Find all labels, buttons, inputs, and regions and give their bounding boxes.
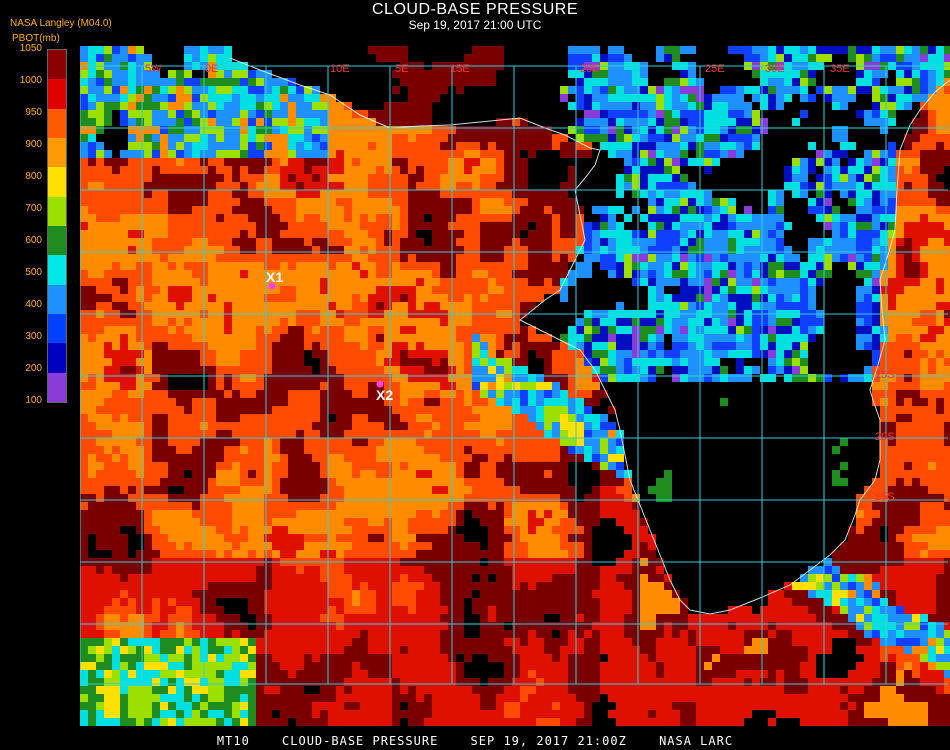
legend-swatch — [48, 167, 66, 198]
color-legend: 1050 1000 950 900 800 700 600 500 400 300 200 100 — [0, 43, 70, 406]
legend-tick-label: 300 — [25, 331, 42, 342]
legend-color-bar — [47, 49, 67, 403]
longitude-label: 20E — [580, 63, 600, 75]
legend-tick-label: 100 — [25, 395, 42, 406]
longitude-label: 10E — [330, 63, 350, 75]
legend-tick-label: 1000 — [19, 75, 42, 86]
latitude-label: 15S — [875, 369, 895, 381]
latitude-label: 20S — [875, 431, 895, 443]
longitude-label: 5W — [145, 63, 162, 75]
legend-swatch — [48, 50, 66, 80]
longitude-label: 35E — [830, 63, 850, 75]
legend-tick-label: 900 — [25, 139, 42, 150]
legend-tick-label: 800 — [25, 171, 42, 182]
legend-swatch — [48, 372, 66, 403]
marker-label: X1 — [266, 269, 283, 285]
legend-tick-label: 1050 — [19, 43, 42, 54]
legend-swatch — [48, 196, 66, 227]
provider-label: NASA Langley (M04.0) — [10, 18, 112, 29]
longitude-label: 25E — [705, 63, 725, 75]
legend-swatch — [48, 255, 66, 286]
longitude-label: 0E — [205, 63, 218, 75]
longitude-label: 15E — [450, 63, 470, 75]
legend-tick-label: 400 — [25, 299, 42, 310]
legend-tick-label: 600 — [25, 235, 42, 246]
page-subtitle: Sep 19, 2017 21:00 UTC — [408, 18, 542, 32]
footer-caption: MT10 CLOUD-BASE PRESSURE SEP 19, 2017 21… — [0, 734, 950, 748]
latitude-label: 25S — [875, 491, 895, 503]
legend-swatch — [48, 138, 66, 168]
marker-label: X2 — [376, 387, 393, 403]
footer-time: SEP 19, 2017 21:00Z — [470, 734, 627, 748]
footer-product: MT10 — [216, 734, 250, 748]
legend-swatch — [48, 343, 66, 374]
legend-swatch — [48, 79, 66, 110]
legend-swatch — [48, 108, 66, 139]
legend-tick-label: 950 — [25, 107, 42, 118]
footer-field: CLOUD-BASE PRESSURE — [282, 734, 439, 748]
legend-swatch — [48, 314, 66, 344]
footer-source: NASA LARC — [659, 734, 734, 748]
legend-tick-label: 500 — [25, 267, 42, 278]
page-title: CLOUD-BASE PRESSURE — [372, 1, 578, 18]
longitude-label: 5E — [395, 63, 408, 75]
legend-tick-label: 200 — [25, 363, 42, 374]
legend-swatch — [48, 284, 66, 315]
cloud-base-pressure-map: 5W 0E 10E 5E 15E 20E 25E 30E 35E 15S 20S 25S X1 X2 — [80, 46, 950, 726]
longitude-label: 30E — [765, 63, 785, 75]
legend-swatch — [48, 226, 66, 256]
legend-tick-label: 700 — [25, 203, 42, 214]
